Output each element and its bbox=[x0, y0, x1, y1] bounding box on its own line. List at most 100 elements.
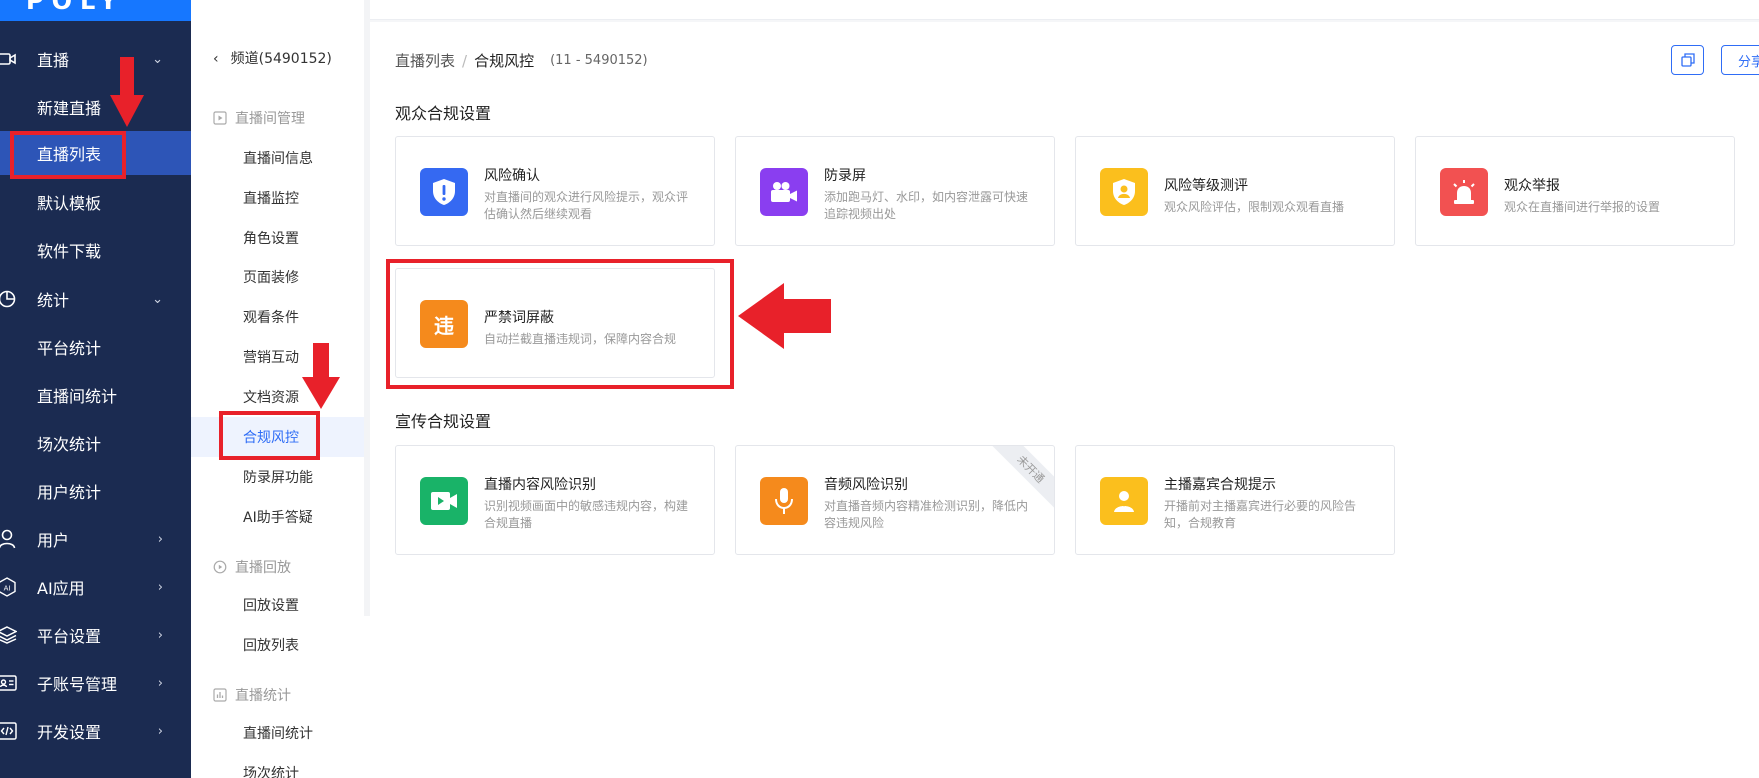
card-audio-risk[interactable]: 音频风险识别 对直播音频内容精准检测识别，降低内容违规风险 未开通 bbox=[735, 445, 1055, 555]
chevron-right-icon: › bbox=[157, 675, 163, 691]
card-description: 观众在直播间进行举报的设置 bbox=[1504, 200, 1661, 214]
subnav-group-room-management: 直播间管理 bbox=[213, 108, 305, 128]
subnav-item-live-monitor[interactable]: 直播监控 bbox=[191, 178, 370, 218]
sidebar-item-default-template[interactable]: 默认模板 bbox=[0, 180, 191, 224]
subnav-item-label: 文档资源 bbox=[243, 390, 299, 406]
sidebar-item-software-download[interactable]: 软件下载 bbox=[0, 228, 191, 272]
sidebar-item-users[interactable]: 用户 › bbox=[0, 517, 191, 561]
svg-text:AI: AI bbox=[4, 585, 11, 593]
subnav-item-label: 直播间统计 bbox=[243, 726, 313, 742]
channel-id: (11 - 5490152) bbox=[550, 53, 648, 68]
play-square-icon bbox=[213, 111, 227, 125]
presenter-icon bbox=[1100, 477, 1148, 525]
sidebar-item-label: 直播 bbox=[37, 51, 70, 70]
subnav-item-label: AI助手答疑 bbox=[243, 510, 313, 526]
breadcrumb-separator: / bbox=[462, 51, 468, 70]
sidebar-item-label: 子账号管理 bbox=[37, 675, 118, 694]
video-camera-icon bbox=[760, 168, 808, 216]
sidebar-item-sub-accounts[interactable]: 子账号管理 › bbox=[0, 661, 191, 705]
card-title: 风险等级测评 bbox=[1164, 178, 1248, 194]
card-title: 音频风险识别 bbox=[824, 477, 908, 493]
subnav-item-replay-list[interactable]: 回放列表 bbox=[191, 625, 370, 665]
subnav-item-label: 防录屏功能 bbox=[243, 470, 313, 486]
subnav-item-anti-record[interactable]: 防录屏功能 bbox=[191, 457, 370, 497]
subnav-item-replay-settings[interactable]: 回放设置 bbox=[191, 585, 370, 625]
subnav-item-ai-assistant[interactable]: AI助手答疑 bbox=[191, 497, 370, 537]
card-content-risk[interactable]: 直播内容风险识别 识别视频画面中的敏感违规内容，构建合规直播 bbox=[395, 445, 715, 555]
main-sidebar: POLY 直播 ⌄ 新建直播 直播列表 默认模板 软件下载 统计 ⌄ 平台统计 … bbox=[0, 0, 191, 778]
subnav-group-label: 直播回放 bbox=[235, 560, 291, 576]
sidebar-item-platform-settings[interactable]: 平台设置 › bbox=[0, 613, 191, 657]
sidebar-item-label: 软件下载 bbox=[37, 242, 102, 261]
sidebar-item-live[interactable]: 直播 ⌄ bbox=[0, 37, 191, 81]
subnav-item-label: 直播间信息 bbox=[243, 151, 313, 167]
subnav-item-label: 场次统计 bbox=[243, 766, 299, 778]
sidebar-item-label: AI应用 bbox=[37, 579, 85, 598]
subnav-item-marketing[interactable]: 营销互动 bbox=[191, 337, 370, 377]
shield-user-icon bbox=[1100, 168, 1148, 216]
logo: POLY bbox=[26, 0, 125, 15]
sidebar-item-platform-stats[interactable]: 平台统计 bbox=[0, 325, 191, 369]
breadcrumb-current: 合规风控 bbox=[474, 52, 535, 70]
subnav-item-label: 角色设置 bbox=[243, 231, 299, 247]
share-label: 分享 bbox=[1738, 54, 1759, 70]
sidebar-item-dev-settings[interactable]: 开发设置 › bbox=[0, 709, 191, 753]
sidebar-item-label: 平台设置 bbox=[37, 627, 102, 646]
chevron-down-icon: ⌄ bbox=[152, 51, 163, 67]
app-root: POLY 直播 ⌄ 新建直播 直播列表 默认模板 软件下载 统计 ⌄ 平台统计 … bbox=[0, 0, 1759, 778]
card-title: 主播嘉宾合规提示 bbox=[1164, 477, 1276, 493]
replay-icon bbox=[213, 560, 227, 574]
card-description: 对直播音频内容精准检测识别，降低内容违规风险 bbox=[824, 499, 1029, 530]
sidebar-item-new-live[interactable]: 新建直播 bbox=[0, 85, 191, 129]
card-risk-confirm[interactable]: 风险确认 对直播间的观众进行风险提示，观众评估确认然后继续观看 bbox=[395, 136, 715, 246]
card-audience-report[interactable]: 观众举报 观众在直播间进行举报的设置 bbox=[1415, 136, 1735, 246]
layers-icon bbox=[0, 624, 18, 646]
subnav-item-room-info[interactable]: 直播间信息 bbox=[191, 138, 370, 178]
code-icon bbox=[0, 720, 18, 742]
subnav-item-label: 观看条件 bbox=[243, 310, 299, 326]
user-icon bbox=[0, 528, 18, 550]
subnav-item-label: 回放列表 bbox=[243, 638, 299, 654]
card-title: 观众举报 bbox=[1504, 178, 1560, 194]
sidebar-item-user-stats[interactable]: 用户统计 bbox=[0, 469, 191, 513]
card-description: 对直播间的观众进行风险提示，观众评估确认然后继续观看 bbox=[484, 190, 689, 221]
breadcrumb: 直播列表 / 合规风控 (11 - 5490152) bbox=[395, 50, 648, 71]
back-to-channel[interactable]: ‹ 频道(5490152) bbox=[213, 48, 332, 68]
subnav-item-room-stats[interactable]: 直播间统计 bbox=[191, 713, 370, 753]
main-area: 直播列表 / 合规风控 (11 - 5490152) 分享 观众合规设置 风险确… bbox=[370, 0, 1759, 778]
chevron-right-icon: › bbox=[157, 627, 163, 643]
sidebar-item-label: 统计 bbox=[37, 291, 70, 310]
copy-icon bbox=[1680, 53, 1695, 67]
card-description: 添加跑马灯、水印，如内容泄露可快速追踪视频出处 bbox=[824, 190, 1029, 221]
subnav-group-label: 直播间管理 bbox=[235, 111, 305, 127]
sidebar-item-label: 新建直播 bbox=[37, 99, 102, 118]
chevron-right-icon: › bbox=[157, 579, 163, 595]
sidebar-item-ai-apps[interactable]: AI AI应用 › bbox=[0, 565, 191, 609]
card-description: 观众风险评估，限制观众观看直播 bbox=[1164, 200, 1345, 214]
card-description: 开播前对主播嘉宾进行必要的风险告知，合规教育 bbox=[1164, 499, 1357, 530]
card-anti-record[interactable]: 防录屏 添加跑马灯、水印，如内容泄露可快速追踪视频出处 bbox=[735, 136, 1055, 246]
left-arrow-annotation bbox=[738, 283, 831, 349]
subnav-item-viewing-conditions[interactable]: 观看条件 bbox=[191, 297, 370, 337]
section-title-promo: 宣传合规设置 bbox=[395, 412, 492, 431]
subnav-item-page-decoration[interactable]: 页面装修 bbox=[191, 257, 370, 297]
share-button[interactable]: 分享 bbox=[1721, 45, 1759, 75]
copy-button[interactable] bbox=[1671, 45, 1704, 75]
sidebar-item-statistics[interactable]: 统计 ⌄ bbox=[0, 277, 191, 321]
sidebar-item-session-stats[interactable]: 场次统计 bbox=[0, 421, 191, 465]
subnav-item-label: 直播监控 bbox=[243, 191, 299, 207]
bar-chart-icon bbox=[213, 688, 227, 702]
subnav-item-label: 营销互动 bbox=[243, 350, 299, 366]
highlight-box bbox=[386, 259, 734, 389]
card-host-guest-tips[interactable]: 主播嘉宾合规提示 开播前对主播嘉宾进行必要的风险告知，合规教育 bbox=[1075, 445, 1395, 555]
shield-alert-icon bbox=[420, 168, 468, 216]
sidebar-item-label: 场次统计 bbox=[37, 435, 102, 454]
sidebar-item-room-stats[interactable]: 直播间统计 bbox=[0, 373, 191, 417]
sidebar-item-label: 用户 bbox=[37, 531, 70, 550]
subnav-item-role-settings[interactable]: 角色设置 bbox=[191, 218, 370, 258]
breadcrumb-parent-link[interactable]: 直播列表 bbox=[395, 50, 455, 71]
subnav-item-session-stats[interactable]: 场次统计 bbox=[191, 753, 370, 778]
card-risk-assessment[interactable]: 风险等级测评 观众风险评估，限制观众观看直播 bbox=[1075, 136, 1395, 246]
section-title-audience: 观众合规设置 bbox=[395, 104, 492, 123]
subnav-group-replay: 直播回放 bbox=[213, 557, 291, 577]
